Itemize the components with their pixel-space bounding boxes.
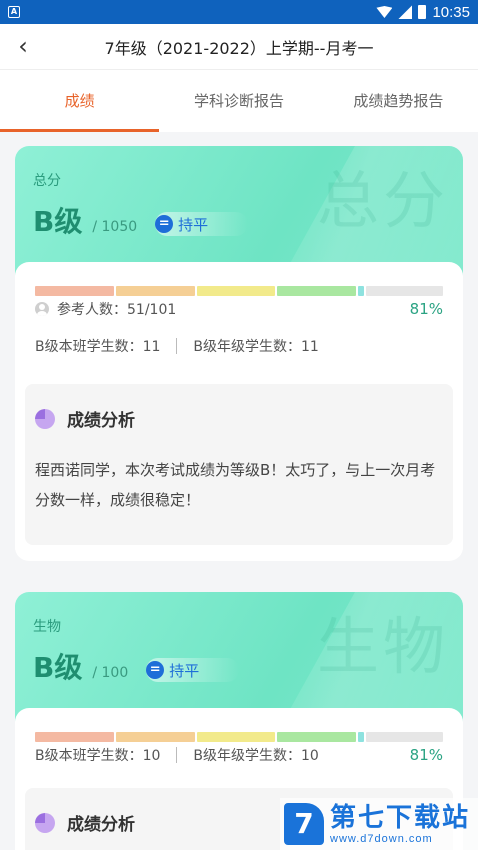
equal-icon: = (146, 661, 165, 679)
percentile-value: 81% (409, 746, 443, 764)
divider (176, 747, 178, 763)
percentile-value: 81% (409, 300, 443, 318)
page-header: ‹ 7年级（2021-2022）上学期--月考一 (0, 24, 478, 70)
trend-badge: = 持平 (155, 212, 249, 236)
bar-segment-b (115, 732, 195, 742)
tab-subject-diagnosis[interactable]: 学科诊断报告 (159, 70, 318, 132)
total-score: / 1050 (92, 219, 138, 235)
bar-segment-d (277, 286, 357, 296)
participants-count: 参考人数：51/101 (57, 302, 177, 318)
tab-bar: 成绩 学科诊断报告 成绩趋势报告 (0, 70, 478, 132)
tab-score-trend[interactable]: 成绩趋势报告 (319, 70, 478, 132)
page-title: 7年级（2021-2022）上学期--月考一 (104, 38, 374, 58)
bar-segment-e (358, 732, 365, 742)
score-card-header: 生物 生物 B级 / 100 = 持平 (15, 592, 463, 722)
score-card-header: 总分 总分 B级 / 1050 = 持平 (15, 146, 463, 276)
score-card-total[interactable]: 总分 总分 B级 / 1050 = 持平 参考人数：51/101 81% B级本… (15, 146, 463, 561)
score-card-body: 参考人数：51/101 81% B级本班学生数：11 B级年级学生数：11 成绩… (15, 262, 463, 557)
bar-segment-rest (366, 732, 443, 742)
app-notification-icon: A (8, 6, 20, 18)
subject-watermark: 总分 (316, 164, 449, 237)
signal-icon (398, 5, 413, 19)
analysis-title: 成绩分析 (67, 411, 135, 431)
status-time: 10:35 (432, 3, 470, 21)
year-grade-count: B级年级学生数：10 (193, 748, 319, 764)
bar-segment-e (358, 286, 365, 296)
subject-watermark: 生物 (316, 610, 449, 683)
person-icon (35, 302, 49, 316)
bar-segment-c (196, 732, 276, 742)
bar-segment-rest (366, 286, 443, 296)
class-grade-count: B级本班学生数：10 (35, 748, 161, 764)
total-score: / 100 (92, 665, 129, 681)
trend-label: 持平 (169, 661, 200, 680)
class-grade-count: B级本班学生数：11 (35, 339, 161, 355)
divider (176, 338, 178, 354)
battery-icon (418, 5, 427, 19)
grade-level: B级 (33, 651, 83, 684)
back-arrow-icon[interactable]: ‹ (12, 34, 34, 60)
grade-level: B级 (33, 205, 83, 238)
equal-icon: = (155, 215, 174, 233)
analysis-text: 程西诺同学，本次考试成绩为等级B！太巧了，与上一次月考分数一样，成绩很稳定！ (35, 461, 436, 509)
analysis-box: 成绩分析 程西诺同学，本次考试成绩为等级B！太巧了，与上一次月考分数一样，成绩很… (25, 384, 453, 545)
status-bar: A 10:35 (0, 0, 478, 24)
wifi-icon (376, 6, 393, 18)
tab-scores[interactable]: 成绩 (0, 70, 160, 132)
bar-segment-d (277, 732, 357, 742)
bar-segment-c (196, 286, 276, 296)
grade-distribution-bar (25, 262, 453, 296)
trend-label: 持平 (178, 215, 209, 234)
logo-url: www.d7down.com (330, 833, 433, 845)
logo-mark: 7 (284, 803, 324, 845)
bar-segment-a (35, 732, 114, 742)
pie-chart-icon (35, 408, 55, 429)
analysis-title: 成绩分析 (67, 815, 135, 835)
trend-badge: = 持平 (146, 658, 240, 682)
logo-name: 第七下载站 (330, 803, 471, 833)
bar-segment-a (35, 286, 114, 296)
site-logo: 7 第七下载站 www.d7down.com (280, 798, 478, 850)
bar-segment-b (115, 286, 195, 296)
year-grade-count: B级年级学生数：11 (193, 339, 319, 355)
grade-distribution-bar (25, 708, 453, 742)
pie-chart-icon (35, 812, 55, 833)
